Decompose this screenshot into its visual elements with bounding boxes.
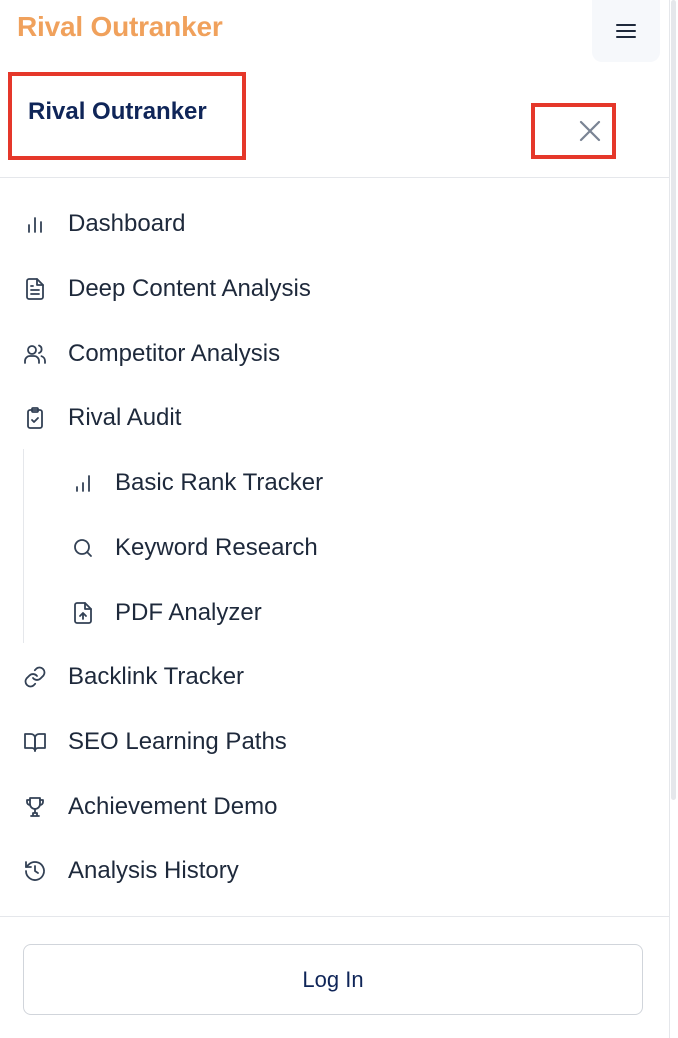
nav-item-label: Analysis History [68,857,239,884]
nav-item-label: Deep Content Analysis [68,275,311,302]
nav-item-rival-audit[interactable]: Rival Audit [0,390,669,446]
log-in-button[interactable]: Log In [23,944,643,1015]
close-icon [578,119,602,143]
navigation-drawer: Rival Outranker Dashboard Deep Content A… [0,72,669,1038]
nav-item-pdf-analyzer[interactable]: PDF Analyzer [0,585,669,641]
nav-item-label: Achievement Demo [68,793,278,820]
nav-item-deep-content-analysis[interactable]: Deep Content Analysis [0,261,669,317]
nav-item-label: PDF Analyzer [115,599,262,626]
drawer-title: Rival Outranker [28,98,207,125]
nav-item-achievement-demo[interactable]: Achievement Demo [0,779,669,835]
brand-logo-text[interactable]: Rival Outranker [17,11,223,43]
nav-item-analysis-history[interactable]: Analysis History [0,843,669,899]
nav-item-competitor-analysis[interactable]: Competitor Analysis [0,326,669,382]
nav-item-seo-learning-paths[interactable]: SEO Learning Paths [0,714,669,770]
scrollbar-thumb[interactable] [671,0,676,800]
top-bar: Rival Outranker [0,0,668,62]
footer-divider [0,916,669,917]
search-icon [71,536,95,560]
nav-item-label: Competitor Analysis [68,340,281,367]
nav-item-label: Backlink Tracker [68,663,245,690]
hamburger-menu-icon [615,22,637,40]
users-icon [23,342,47,366]
nav-item-backlink-tracker[interactable]: Backlink Tracker [0,649,669,705]
nav-item-label: Keyword Research [115,534,318,561]
book-open-icon [23,730,47,754]
hamburger-menu-button[interactable] [592,0,660,62]
file-upload-icon [71,601,95,625]
history-icon [23,859,47,883]
drawer-header: Rival Outranker [0,72,669,178]
bar-chart-icon [23,212,47,236]
close-drawer-button[interactable] [531,103,616,159]
link-icon [23,665,47,689]
trophy-icon [23,795,47,819]
nav-item-label: SEO Learning Paths [68,728,287,755]
signal-bars-icon [71,471,95,495]
drawer-title-highlight: Rival Outranker [8,72,246,160]
nav-item-label: Basic Rank Tracker [115,469,324,496]
nav-item-keyword-research[interactable]: Keyword Research [0,520,669,576]
clipboard-check-icon [23,406,47,430]
nav-item-label: Rival Audit [68,404,182,431]
nav-item-basic-rank-tracker[interactable]: Basic Rank Tracker [0,455,669,511]
nav-item-label: Dashboard [68,210,186,237]
document-icon [23,277,47,301]
nav-item-dashboard[interactable]: Dashboard [0,196,669,252]
